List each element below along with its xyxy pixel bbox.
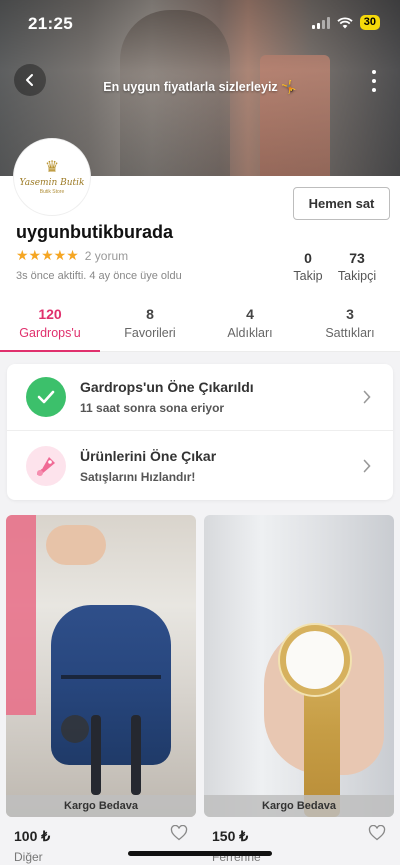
battery-icon: 30 [359, 15, 380, 30]
avatar[interactable]: ♛ Yasemin Butik Butik Store [14, 139, 90, 215]
promo-boost-row[interactable]: Ürünlerini Öne Çıkar Satışlarını Hızland… [7, 432, 393, 499]
following-label: Takip [293, 269, 323, 283]
following-stat[interactable]: 0 Takip [290, 250, 326, 283]
rocket-tag-icon [26, 445, 66, 486]
followers-label: Takipçi [337, 269, 377, 283]
followers-count: 73 [349, 250, 365, 266]
avatar-logo-name: Yasemin Butik [19, 177, 85, 188]
profile-tabs: 120 Gardrops'u 8 Favorileri 4 Aldıkları … [0, 300, 400, 352]
chevron-right-icon [355, 390, 379, 404]
profile-page: 21:25 30 En uygun fiyatlarla sizlerleyiz… [0, 0, 400, 865]
avatar-logo-sub: Butik Store [39, 188, 65, 195]
rating-stars[interactable]: ★★★★★ 2 yorum [16, 247, 128, 264]
status-time: 21:25 [28, 14, 73, 33]
tab-purchased[interactable]: 4 Aldıkları [200, 300, 300, 351]
status-bar: 21:25 30 [0, 0, 400, 46]
username: uygunbutikburada [16, 222, 173, 242]
product-grid: Kargo Bedava 100 ₺ Diğer Kargo Bedava 15… [0, 512, 400, 865]
promo-boost-title: Ürünlerini Öne Çıkar [80, 447, 217, 464]
sell-now-button[interactable]: Hemen sat [293, 187, 390, 220]
product-card[interactable]: Kargo Bedava 150 ₺ Ferrerine [204, 515, 394, 864]
promo-boost-subtitle: Satışlarını Hızlandır! [80, 469, 196, 484]
product-price: 150 ₺ [212, 828, 249, 844]
signal-icon [311, 16, 330, 29]
heart-icon[interactable] [368, 825, 386, 841]
product-image-backpack[interactable]: Kargo Bedava [6, 515, 196, 817]
review-count[interactable]: 2 yorum [85, 249, 128, 263]
free-shipping-label: Kargo Bedava [204, 795, 394, 817]
home-indicator[interactable] [128, 851, 272, 856]
promo-section: Gardrops'un Öne Çıkarıldı 11 saat sonra … [0, 352, 400, 512]
following-count: 0 [304, 250, 312, 266]
product-image-watch[interactable]: Kargo Bedava [204, 515, 394, 817]
crown-logo-icon: ♛ [44, 158, 60, 176]
check-circle-icon [26, 377, 66, 417]
free-shipping-label: Kargo Bedava [6, 795, 196, 817]
tab-favorites[interactable]: 8 Favorileri [100, 300, 200, 351]
chevron-right-icon [355, 459, 379, 473]
promo-featured-subtitle: 11 saat sonra sona eriyor [80, 401, 225, 415]
tab-sold[interactable]: 3 Sattıkları [300, 300, 400, 351]
heart-icon[interactable] [170, 825, 188, 841]
star-icons: ★★★★★ [16, 247, 79, 263]
promo-featured-row[interactable]: Gardrops'un Öne Çıkarıldı 11 saat sonra … [7, 364, 393, 431]
more-options-icon[interactable] [370, 70, 378, 92]
tab-wardrobe[interactable]: 120 Gardrops'u [0, 300, 100, 352]
followers-stat[interactable]: 73 Takipçi [334, 250, 380, 283]
cover-tagline: En uygun fiyatlarla sizlerleyiz 🤸 [103, 80, 297, 94]
wifi-icon [337, 16, 353, 28]
product-price: 100 ₺ [14, 828, 51, 844]
product-card[interactable]: Kargo Bedava 100 ₺ Diğer [6, 515, 196, 864]
promo-featured-title: Gardrops'un Öne Çıkarıldı [80, 379, 254, 395]
activity-text: 3s önce aktifti. 4 ay önce üye oldu [16, 270, 182, 282]
promo-card: Gardrops'un Öne Çıkarıldı 11 saat sonra … [7, 364, 393, 500]
